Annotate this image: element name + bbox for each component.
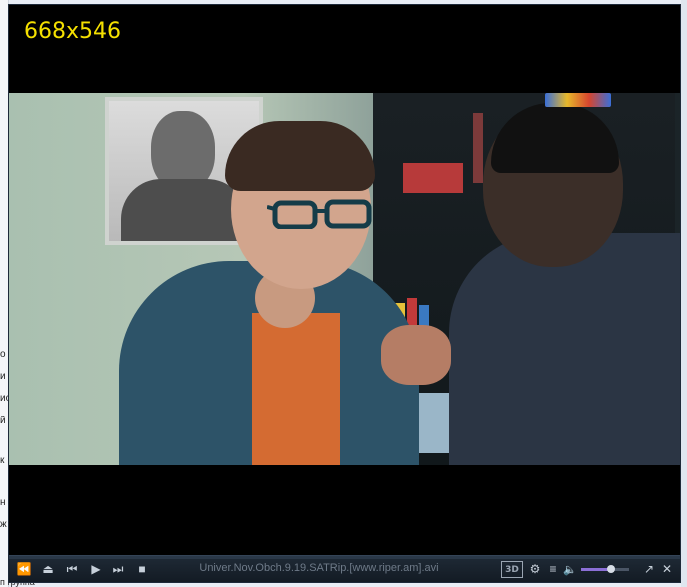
video-size-label: 668x546	[24, 19, 122, 44]
video-frame[interactable]	[9, 93, 680, 465]
3d-mode-button[interactable]: 3D	[501, 561, 523, 578]
control-bar: ⏪ ⏏ ⏮ ▶ ⏭ ■ Univer.Nov.Obch.9.19.SATRip.…	[9, 555, 680, 582]
glasses	[267, 199, 372, 229]
playlist-icon[interactable]: ≡	[545, 560, 561, 578]
file-name: Univer.Nov.Obch.9.19.SATRip.[www.riper.a…	[199, 562, 439, 574]
stop-icon[interactable]: ■	[133, 560, 151, 578]
background-text: ж	[0, 520, 7, 530]
background-text: й	[0, 416, 6, 426]
background-window-right-edge	[681, 0, 687, 587]
person-left-shirt	[252, 313, 340, 465]
media-player-window[interactable]: 668x546 ⏪ ⏏ ⏮ ▶ ⏭ ■ Univer.Nov.Obch.9.19…	[8, 4, 681, 583]
play-icon[interactable]: ▶	[87, 560, 105, 578]
volume-knob[interactable]	[606, 565, 615, 573]
open-file-icon[interactable]: ⏏	[39, 560, 57, 578]
close-icon[interactable]: ✕	[659, 560, 675, 578]
hand	[381, 325, 451, 385]
settings-icon[interactable]: ⚙	[527, 560, 543, 578]
volume-slider[interactable]	[581, 565, 629, 573]
channel-logo	[545, 93, 611, 107]
person-right-body	[449, 233, 680, 465]
background-text: к	[0, 456, 5, 466]
fullscreen-icon[interactable]: ↗	[641, 560, 657, 578]
step-back-icon[interactable]: ⏪	[15, 560, 33, 578]
background-text: н	[0, 498, 6, 508]
background-text: и	[0, 372, 6, 382]
volume-icon[interactable]: 🔈	[561, 560, 579, 578]
next-icon[interactable]: ⏭	[109, 560, 127, 578]
background-text: ио	[0, 394, 8, 404]
background-text: о	[0, 350, 6, 360]
seek-bar[interactable]	[9, 556, 680, 559]
previous-icon[interactable]: ⏮	[63, 560, 81, 578]
